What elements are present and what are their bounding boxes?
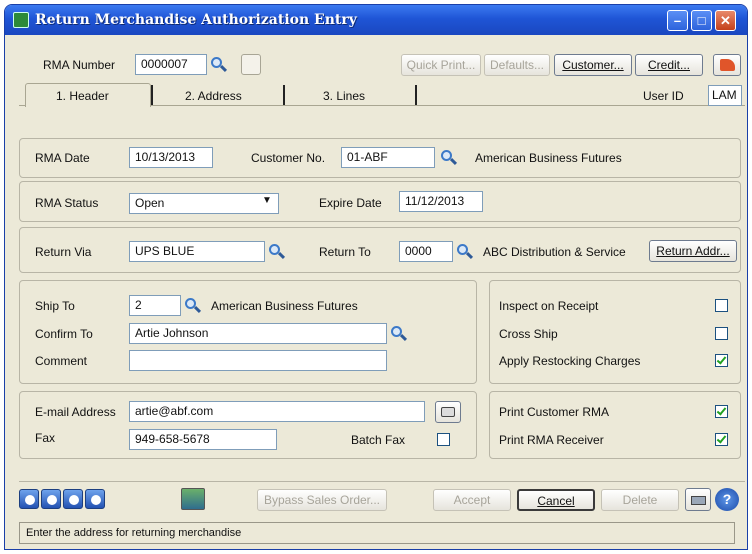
last-record-button[interactable] bbox=[85, 489, 105, 509]
print-button[interactable] bbox=[685, 488, 711, 511]
credit-button[interactable]: Credit... bbox=[635, 54, 703, 76]
user-id-label: User ID bbox=[643, 89, 684, 103]
user-id-value: LAM bbox=[708, 85, 742, 106]
customer-no-label: Customer No. bbox=[251, 151, 326, 165]
bottom-divider bbox=[19, 481, 745, 482]
first-icon bbox=[25, 495, 35, 505]
inspect-on-receipt-checkbox[interactable] bbox=[715, 299, 728, 312]
return-group bbox=[19, 227, 741, 273]
confirm-to-label: Confirm To bbox=[35, 327, 93, 341]
customer-search-icon[interactable] bbox=[441, 150, 458, 166]
first-record-button[interactable] bbox=[19, 489, 39, 509]
rma-number-label: RMA Number bbox=[43, 58, 116, 72]
rma-date-input[interactable]: 10/13/2013 bbox=[129, 147, 213, 168]
return-via-search-icon[interactable] bbox=[269, 244, 286, 260]
email-label: E-mail Address bbox=[35, 405, 116, 419]
customer-name: American Business Futures bbox=[475, 151, 622, 165]
defaults-button[interactable]: Defaults... bbox=[484, 54, 550, 76]
print-rma-receiver-checkbox[interactable] bbox=[715, 433, 728, 446]
customer-no-input[interactable]: 01-ABF bbox=[341, 147, 435, 168]
delete-button[interactable]: Delete bbox=[601, 489, 679, 511]
tab-lines-label: 3. Lines bbox=[323, 89, 366, 103]
return-addr-button[interactable]: Return Addr... bbox=[649, 240, 737, 262]
rma-date-label: RMA Date bbox=[35, 151, 90, 165]
rma-number-search-icon[interactable] bbox=[211, 57, 228, 73]
expire-date-input[interactable]: 11/12/2013 bbox=[399, 191, 483, 212]
help-icon[interactable]: ? bbox=[715, 488, 739, 511]
title-bar[interactable]: Return Merchandise Authorization Entry –… bbox=[5, 5, 747, 35]
batch-fax-checkbox[interactable] bbox=[437, 433, 450, 446]
rma-status-label: RMA Status bbox=[35, 196, 99, 210]
confirm-to-input[interactable]: Artie Johnson bbox=[129, 323, 387, 344]
return-to-name: ABC Distribution & Service bbox=[483, 245, 626, 259]
envelope-icon bbox=[441, 407, 455, 417]
quick-print-button[interactable]: Quick Print... bbox=[401, 54, 481, 76]
fax-label: Fax bbox=[35, 431, 56, 445]
confirm-to-search-icon[interactable] bbox=[391, 326, 408, 342]
print-customer-rma-label: Print Customer RMA bbox=[499, 405, 610, 419]
app-icon bbox=[13, 12, 29, 28]
accept-button[interactable]: Accept bbox=[433, 489, 511, 511]
print-group bbox=[489, 391, 741, 459]
inspect-on-receipt-label: Inspect on Receipt bbox=[499, 299, 599, 313]
tab-lines[interactable]: 3. Lines bbox=[323, 89, 365, 103]
next-number-button[interactable] bbox=[241, 54, 261, 75]
comment-label: Comment bbox=[35, 354, 88, 368]
rma-status-value: Open bbox=[135, 196, 165, 210]
rma-entry-window: Return Merchandise Authorization Entry –… bbox=[4, 4, 748, 550]
tab-divider bbox=[283, 85, 285, 105]
return-to-input[interactable]: 0000 bbox=[399, 241, 453, 262]
ship-to-input[interactable]: 2 bbox=[129, 295, 181, 316]
tab-header-label: 1. Header bbox=[56, 89, 109, 103]
restocking-label: Apply Restocking Charges bbox=[499, 354, 641, 368]
last-icon bbox=[91, 495, 101, 505]
next-icon bbox=[69, 495, 79, 505]
print-rma-receiver-label: Print RMA Receiver bbox=[499, 433, 604, 447]
rma-status-select[interactable]: Open ▼ bbox=[129, 193, 279, 214]
check-icon bbox=[716, 405, 727, 416]
tab-address-label: 2. Address bbox=[185, 89, 242, 103]
check-icon bbox=[716, 354, 727, 365]
check-icon bbox=[716, 433, 727, 444]
return-to-label: Return To bbox=[319, 245, 371, 259]
print-customer-rma-checkbox[interactable] bbox=[715, 405, 728, 418]
printer-icon bbox=[691, 496, 706, 505]
minimize-icon[interactable]: – bbox=[667, 10, 688, 31]
ship-to-search-icon[interactable] bbox=[185, 298, 202, 314]
restocking-checkbox[interactable] bbox=[715, 354, 728, 367]
tab-address[interactable]: 2. Address bbox=[185, 89, 242, 103]
return-via-input[interactable]: UPS BLUE bbox=[129, 241, 265, 262]
return-to-search-icon[interactable] bbox=[457, 244, 474, 260]
comment-input[interactable] bbox=[129, 350, 387, 371]
bypass-sales-order-button[interactable]: Bypass Sales Order... bbox=[257, 489, 387, 511]
ship-to-label: Ship To bbox=[35, 299, 75, 313]
tab-divider bbox=[415, 85, 417, 105]
chevron-down-icon: ▼ bbox=[262, 195, 272, 206]
tab-header[interactable]: 1. Header bbox=[25, 83, 151, 107]
batch-fax-label: Batch Fax bbox=[351, 433, 406, 447]
lookup-icon[interactable] bbox=[181, 488, 205, 510]
cross-ship-checkbox[interactable] bbox=[715, 327, 728, 340]
status-bar: Enter the address for returning merchand… bbox=[19, 522, 735, 544]
rma-number-input[interactable]: 0000007 bbox=[135, 54, 207, 75]
close-icon[interactable]: ✕ bbox=[715, 10, 736, 31]
next-record-button[interactable] bbox=[63, 489, 83, 509]
cross-ship-label: Cross Ship bbox=[499, 327, 558, 341]
send-email-button[interactable] bbox=[435, 401, 461, 423]
previous-record-button[interactable] bbox=[41, 489, 61, 509]
expire-date-label: Expire Date bbox=[319, 196, 382, 210]
memo-icon bbox=[720, 59, 735, 71]
tab-divider bbox=[151, 85, 153, 105]
previous-icon bbox=[47, 495, 57, 505]
memo-button[interactable] bbox=[713, 54, 741, 76]
return-via-label: Return Via bbox=[35, 245, 92, 259]
cancel-button[interactable]: Cancel bbox=[517, 489, 595, 511]
email-input[interactable]: artie@abf.com bbox=[129, 401, 425, 422]
window-title: Return Merchandise Authorization Entry bbox=[35, 12, 357, 28]
ship-to-name: American Business Futures bbox=[211, 299, 358, 313]
fax-input[interactable]: 949-658-5678 bbox=[129, 429, 277, 450]
maximize-icon[interactable]: □ bbox=[691, 10, 712, 31]
status-text: Enter the address for returning merchand… bbox=[26, 527, 242, 539]
customer-button[interactable]: Customer... bbox=[554, 54, 632, 76]
